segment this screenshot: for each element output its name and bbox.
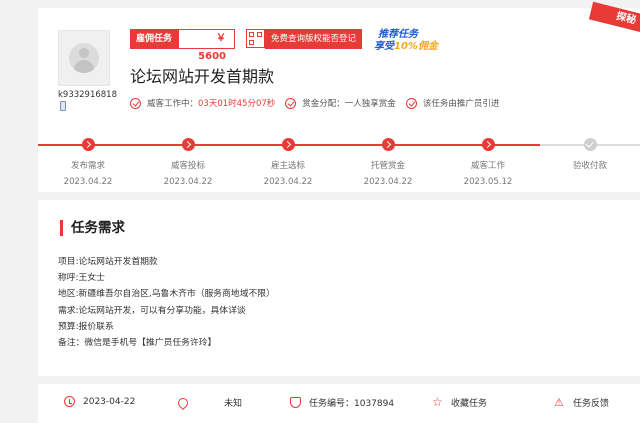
requirement-line: 需求:论坛网站开发，可以有分享功能，具体详谈 (58, 305, 246, 316)
step-date: 2023.04.22 (163, 177, 213, 187)
task-header-card: k9332916818 雇佣任务 ￥ 5600 免费查询版权能否登记 推荐任务 … (38, 1, 640, 192)
section-title: 任务需求 (60, 220, 125, 236)
reward-price: ￥ 5600 (178, 29, 236, 62)
publish-date: 2023-04-22 (64, 396, 135, 407)
task-feedback-button[interactable]: ⚠ 任务反馈 (554, 396, 609, 409)
step-date: 2023.05.12 (463, 177, 513, 187)
requirement-line: 称呼:王女士 (58, 273, 105, 284)
allocation-item: 赏金分配： 一人独享赏金 (285, 97, 396, 109)
countdown-timer: 03天01时45分07秒 (198, 99, 276, 109)
step-check-icon (481, 138, 495, 151)
favorite-task-button[interactable]: ☆ 收藏任务 (432, 396, 487, 409)
progress-step: 威客工作 2023.05.12 (438, 138, 538, 187)
allocation-value: 一人独享赏金 (344, 99, 396, 109)
phone-verified-icon (60, 101, 66, 111)
warning-icon: ⚠ (554, 396, 564, 409)
task-number: 任务编号：1037894 (290, 396, 394, 409)
requirement-line: 地区:新疆维吾尔自治区,乌鲁木齐市（服务商地域不限） (58, 289, 275, 300)
promo-line2: 享受10%佣金 (374, 41, 438, 52)
user-avatar-icon (69, 43, 99, 73)
progress-step: 发布需求 2023.04.22 (38, 138, 138, 187)
step-check-icon (381, 138, 395, 151)
favorite-label: 收藏任务 (451, 399, 488, 409)
step-check-icon (181, 138, 195, 151)
requirement-line: 预算:报价联系 (58, 321, 114, 332)
step-label: 威客投标 (170, 161, 205, 171)
task-footer: 2023-04-22 未知 任务编号：1037894 ☆ 收藏任务 ⚠ 任务反馈 (38, 384, 640, 423)
check-circle-icon (285, 97, 297, 109)
clock-icon (64, 396, 75, 407)
publish-date-text: 2023-04-22 (83, 396, 136, 407)
reward-tag: 雇佣任务 (130, 29, 179, 49)
step-check-icon (281, 138, 295, 151)
star-icon: ☆ (432, 395, 443, 409)
feedback-label: 任务反馈 (573, 399, 610, 409)
requirement-line: 备注：微信是手机号【推广员任务许玲】 (58, 338, 217, 349)
corner-badge[interactable]: 探秘 (588, 1, 640, 37)
progress-step: 托管赏金 2023.04.22 (338, 138, 438, 187)
requirement-line: 项目:论坛网站开发首期款 (58, 257, 158, 267)
step-label: 托管赏金 (370, 161, 405, 171)
step-label: 威客工作 (470, 161, 505, 171)
step-check-icon (81, 138, 95, 151)
shield-icon (290, 397, 301, 408)
location-text: 未知 (224, 399, 243, 409)
user-id[interactable]: k9332916818 (58, 90, 117, 100)
location-pin-icon (175, 395, 191, 410)
promo-banner[interactable]: 推荐任务 享受10%佣金 (364, 25, 448, 52)
progress-step: 威客投标 2023.04.22 (138, 138, 238, 187)
task-number-text: 任务编号：1037894 (309, 399, 395, 409)
step-pending-icon (583, 138, 597, 151)
status-label: 威客工作中： (147, 99, 199, 109)
reward-box: 雇佣任务 ￥ 5600 (130, 29, 236, 62)
progress-step: 验收付款 (540, 138, 640, 171)
promoter-text: 该任务由推广员引进 (422, 99, 500, 109)
location: 未知 (175, 395, 243, 410)
step-date: 2023.04.22 (263, 177, 313, 187)
step-label: 发布需求 (70, 161, 105, 171)
step-label: 雇主选标 (270, 161, 305, 171)
check-circle-icon (405, 97, 417, 109)
progress-step: 雇主选标 2023.04.22 (238, 138, 338, 187)
check-circle-icon (130, 97, 141, 109)
step-date: 2023.04.22 (63, 177, 113, 187)
qr-code-icon[interactable] (246, 29, 265, 48)
requirements-card: 任务需求 项目:论坛网站开发首期款 称呼:王女士 地区:新疆维吾尔自治区,乌鲁木… (38, 200, 640, 376)
free-copyright-check-button[interactable]: 免费查询版权能否登记 (265, 29, 363, 49)
promoter-item: 该任务由推广员引进 (405, 97, 500, 109)
requirements-text: 项目:论坛网站开发首期款 称呼:王女士 地区:新疆维吾尔自治区,乌鲁木齐市（服务… (58, 254, 275, 351)
step-label: 验收付款 (572, 161, 607, 171)
step-date: 2023.04.22 (363, 177, 413, 187)
page-title: 论坛网站开发首期款 (130, 67, 275, 86)
task-meta-row: 威客工作中： 03天01时45分07秒 赏金分配： 一人独享赏金 该任务由推广员… (130, 97, 509, 109)
page: k9332916818 雇佣任务 ￥ 5600 免费查询版权能否登记 推荐任务 … (0, 0, 640, 423)
allocation-label: 赏金分配： (302, 99, 345, 109)
status-item: 威客工作中： 03天01时45分07秒 (130, 97, 275, 109)
avatar[interactable] (58, 30, 110, 86)
